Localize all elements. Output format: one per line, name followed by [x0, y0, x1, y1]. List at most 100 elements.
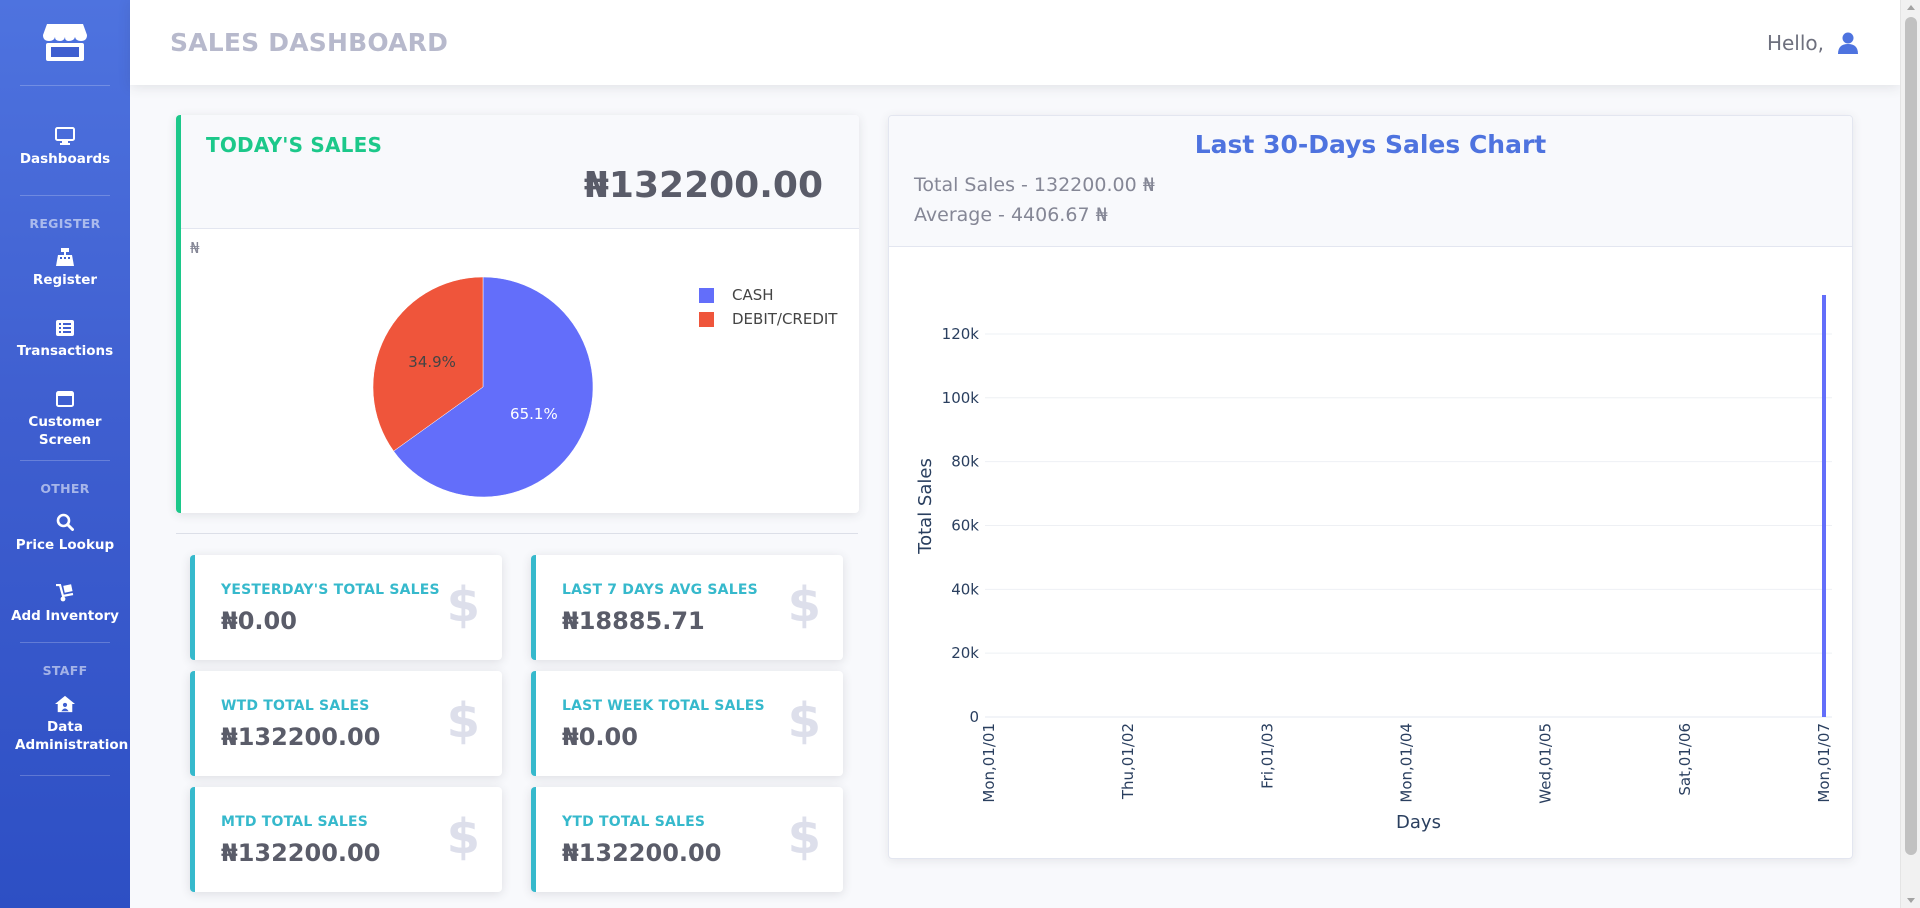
list-icon [55, 318, 75, 338]
chart-average: Average - 4406.67 ₦ [914, 204, 1108, 226]
sidebar-item-label: Dashboards [19, 151, 111, 167]
dollar-icon: $ [446, 693, 480, 749]
x-tick-label: Mon,01/01 [980, 723, 998, 803]
sidebar-heading-other: OTHER [40, 481, 90, 496]
sidebar-divider [20, 775, 110, 776]
x-tick-label: Mon,01/04 [1398, 723, 1416, 803]
todays-sales-amount: ₦132200.00 [583, 165, 823, 206]
page-title: SALES DASHBOARD [170, 28, 449, 57]
dollar-icon: $ [446, 577, 480, 633]
stat-value: ₦132200.00 [221, 839, 381, 867]
sales-bar-chart: 0 20k 40k 60k 80k 100k 120k Mon,01/01 Thu,01/02 F… [915, 295, 1833, 833]
stat-value: ₦132200.00 [221, 723, 381, 751]
legend-label: DEBIT/CREDIT [732, 310, 838, 328]
x-tick-label: Fri,01/03 [1258, 723, 1276, 789]
x-tick-label: Sat,01/06 [1676, 723, 1694, 796]
pie-svg: 65.1% 34.9% [372, 276, 594, 498]
scroll-down-arrow-icon[interactable] [1907, 898, 1915, 903]
legend-item-cash[interactable]: CASH [699, 283, 837, 307]
monitor-icon [55, 126, 75, 146]
todays-sales-title: TODAY'S SALES [206, 133, 383, 157]
chart-title: Last 30-Days Sales Chart [1194, 130, 1547, 159]
sidebar-item-label: Price Lookup [15, 537, 115, 553]
greeting-text: Hello, [1766, 30, 1824, 55]
stat-label: WTD TOTAL SALES [221, 698, 370, 714]
scroll-up-arrow-icon[interactable] [1907, 5, 1915, 10]
sales-chart-card: Last 30-Days Sales Chart Total Sales - 1… [888, 115, 1853, 859]
pie-slice-label: 34.9% [408, 353, 456, 371]
sidebar-item-label: Data Administration [15, 719, 129, 753]
chart-total-sales: Total Sales - 132200.00 ₦ [914, 174, 1155, 196]
topbar: SALES DASHBOARD Hello, [130, 0, 1900, 85]
legend-swatch [699, 287, 714, 303]
sales-bar[interactable] [1822, 295, 1826, 717]
stat-value: ₦132200.00 [562, 839, 722, 867]
brand-logo[interactable] [0, 0, 130, 85]
legend-label: CASH [732, 286, 774, 304]
stat-card-last-week: LAST WEEK TOTAL SALES ₦0.00 $ [531, 671, 843, 776]
sidebar-item-customer-screen[interactable]: Customer Screen [0, 371, 130, 460]
user-menu[interactable]: Hello, [1767, 31, 1860, 55]
sidebar-divider [20, 195, 110, 196]
sidebar-divider [20, 460, 110, 461]
dollar-icon: $ [446, 809, 480, 865]
stat-value: ₦0.00 [562, 723, 638, 751]
payment-pie-chart: ₦ 65.1% 34.9% CASH DEBIT/CREDIT [181, 229, 859, 513]
y-tick-label: 0 [969, 708, 979, 726]
y-tick-label: 20k [951, 644, 979, 662]
sidebar-item-add-inventory[interactable]: Add Inventory [0, 565, 130, 636]
stat-label: LAST WEEK TOTAL SALES [562, 698, 765, 714]
page-scrollbar[interactable] [1900, 0, 1920, 908]
sidebar: Dashboards REGISTER Register Transaction… [0, 0, 130, 908]
sidebar-item-register[interactable]: Register [0, 237, 130, 300]
currency-mark: ₦ [190, 239, 200, 257]
y-tick-label: 40k [951, 580, 979, 598]
sidebar-item-dashboards[interactable]: Dashboards [0, 116, 130, 179]
sidebar-item-label: Customer Screen [28, 414, 102, 448]
dolly-icon [55, 583, 75, 603]
store-icon [43, 23, 87, 61]
sidebar-item-price-lookup[interactable]: Price Lookup [0, 502, 130, 565]
sidebar-item-label: Register [32, 272, 98, 288]
x-tick-label: Wed,01/05 [1537, 723, 1555, 804]
dollar-icon: $ [787, 809, 821, 865]
section-divider [176, 533, 858, 534]
stat-value: ₦0.00 [221, 607, 297, 635]
window-icon [55, 389, 75, 409]
sidebar-item-data-administration[interactable]: Data Administration [0, 684, 130, 765]
scrollbar-thumb[interactable] [1905, 17, 1917, 855]
todays-sales-card: TODAY'S SALES ₦132200.00 ₦ 65.1% 34.9% CA… [176, 115, 859, 513]
stat-card-last-7-days-avg: LAST 7 DAYS AVG SALES ₦18885.71 $ [531, 555, 843, 660]
legend-item-debit-credit[interactable]: DEBIT/CREDIT [699, 307, 837, 331]
stat-card-yesterday: YESTERDAY'S TOTAL SALES ₦0.00 $ [190, 555, 502, 660]
sidebar-item-label: Add Inventory [11, 608, 119, 624]
sidebar-heading-register: REGISTER [29, 216, 101, 231]
cash-register-icon [55, 247, 75, 267]
sidebar-item-transactions[interactable]: Transactions [0, 300, 130, 371]
pie-legend: CASH DEBIT/CREDIT [699, 283, 837, 331]
stat-label: LAST 7 DAYS AVG SALES [562, 582, 758, 598]
user-icon[interactable] [1836, 31, 1860, 55]
y-tick-label: 100k [942, 389, 980, 407]
todays-sales-header: TODAY'S SALES ₦132200.00 [181, 115, 859, 229]
house-user-icon [55, 694, 75, 714]
sales-chart-header: Last 30-Days Sales Chart Total Sales - 1… [889, 116, 1852, 247]
stat-label: YTD TOTAL SALES [562, 814, 706, 830]
stat-label: YESTERDAY'S TOTAL SALES [221, 582, 440, 598]
legend-swatch [699, 311, 714, 327]
y-tick-label: 80k [951, 453, 979, 471]
x-tick-label: Thu,01/02 [1119, 723, 1137, 800]
dollar-icon: $ [787, 693, 821, 749]
stat-card-wtd: WTD TOTAL SALES ₦132200.00 $ [190, 671, 502, 776]
x-tick-label: Mon,01/07 [1815, 723, 1833, 803]
stat-card-ytd: YTD TOTAL SALES ₦132200.00 $ [531, 787, 843, 892]
y-tick-label: 60k [951, 516, 979, 534]
stat-card-mtd: MTD TOTAL SALES ₦132200.00 $ [190, 787, 502, 892]
stat-value: ₦18885.71 [562, 607, 705, 635]
stat-label: MTD TOTAL SALES [221, 814, 369, 830]
search-icon [55, 512, 75, 532]
y-tick-label: 120k [942, 325, 980, 343]
dollar-icon: $ [787, 577, 821, 633]
sidebar-divider [20, 642, 110, 643]
x-axis-title: Days [1396, 812, 1441, 833]
